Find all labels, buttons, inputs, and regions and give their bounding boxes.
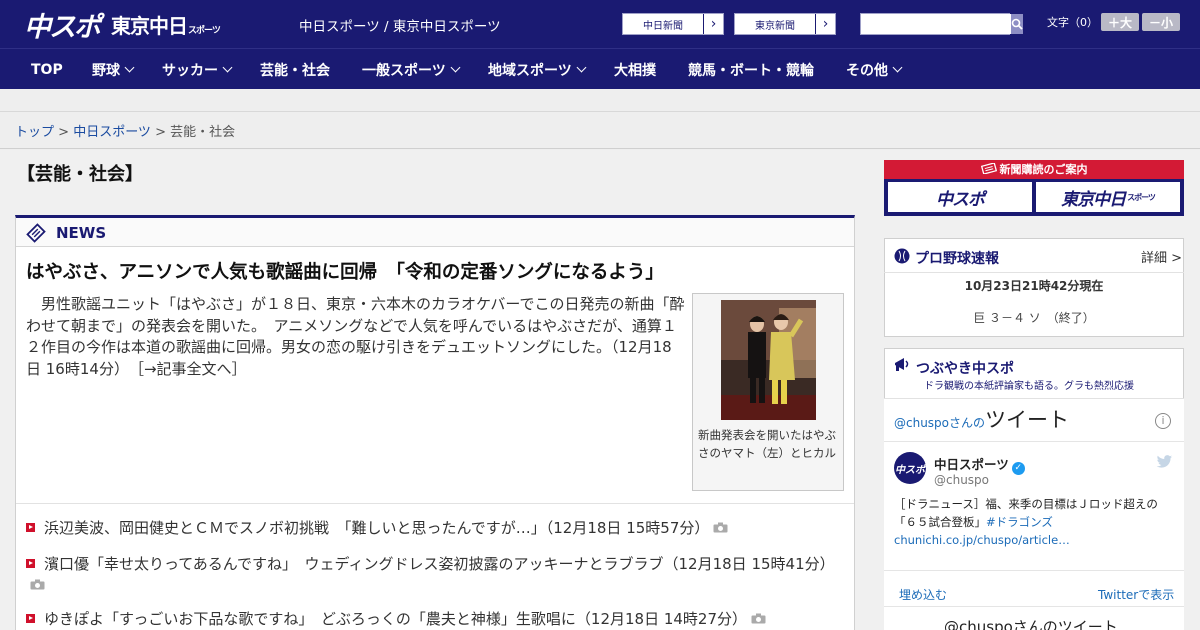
chevron-down-icon — [450, 62, 461, 73]
top-header: 中スポ 東京中日スポーツ 中日スポーツ / 東京中日スポーツ 中日新聞 › 東京… — [0, 0, 1200, 48]
logo-chuspo: 中スポ — [24, 11, 101, 43]
breadcrumb-home[interactable]: トップ — [15, 125, 54, 140]
twitter-bird-icon[interactable] — [1156, 455, 1173, 469]
tweet-author-handle[interactable]: @chuspo — [934, 473, 989, 487]
divider — [884, 441, 1184, 442]
twitter-footer-link[interactable]: @chuspoさんのツイート — [944, 616, 1118, 630]
nav-item-others[interactable]: その他 — [846, 49, 903, 90]
tweet-author-name[interactable]: 中日スポーツ ✓ — [934, 454, 1025, 475]
sub-nav-bar — [0, 89, 1200, 112]
logo-tokyo-chunichi: 東京中日スポーツ — [111, 13, 221, 38]
megaphone-icon — [895, 358, 909, 371]
search-icon — [1011, 18, 1023, 30]
view-on-twitter-link[interactable]: Twitterで表示 — [1098, 586, 1174, 603]
camera-icon — [751, 613, 766, 624]
divider — [884, 570, 1184, 571]
nav-item-entertainment[interactable]: 芸能・社会 — [260, 49, 330, 90]
site-title-link[interactable]: 中日スポーツ / 東京中日スポーツ — [299, 15, 501, 35]
chevron-down-icon — [576, 62, 587, 73]
lead-text: 男性歌謡ユニット「はやぶさ」が１８日、東京・六本木のカラオケバーでこの日発売の新… — [26, 295, 685, 378]
font-size-larger-button[interactable]: ＋大 — [1101, 13, 1139, 31]
baseball-score: 巨 ３－４ ソ （終了） — [973, 311, 1095, 325]
search-box — [860, 13, 1023, 35]
page-title: 【芸能・社会】 — [17, 164, 143, 185]
nav-item-baseball[interactable]: 野球 — [92, 49, 135, 90]
info-icon[interactable]: i — [1155, 413, 1171, 429]
chevron-right-icon: › — [703, 14, 723, 34]
breadcrumb-bar: トップ > 中日スポーツ > 芸能・社会 — [0, 112, 1200, 149]
baseball-detail-link[interactable]: 詳細 > — [1141, 247, 1182, 266]
camera-icon — [30, 579, 45, 590]
news-label: NEWS — [56, 224, 107, 242]
chevron-right-icon: › — [815, 14, 835, 34]
baseball-title: プロ野球速報 — [915, 251, 999, 267]
chevron-down-icon — [892, 62, 903, 73]
news-link[interactable]: ゆきぽよ「すっごいお下品な歌ですね」 どぶろっくの「農夫と神様」生歌唱に（12月… — [44, 610, 747, 628]
news-panel: NEWS はやぶさ、アニソンで人気も歌謡曲に回帰 「令和の定番ソングになるよう」… — [15, 215, 855, 630]
list-item: ゆきぽよ「すっごいお下品な歌ですね」 どぶろっくの「農夫と神様」生歌唱に（12月… — [26, 609, 846, 630]
newspaper-icon — [26, 223, 46, 243]
search-button[interactable] — [1011, 14, 1023, 34]
tokyo-shimbun-link[interactable]: 東京新聞 › — [734, 13, 836, 35]
photo-caption: 新曲発表会を開いたはやぶさのヤマト（左）とヒカル — [698, 428, 836, 460]
twitter-section-subtitle: ドラ観戦の本紙評論家も語る。グラも熱烈応援 — [924, 381, 1134, 392]
news-header: NEWS — [16, 218, 854, 247]
baseball-icon — [894, 248, 910, 264]
avatar[interactable]: 中スポ — [894, 452, 926, 484]
twitter-section-title: つぶやき中スポ — [916, 361, 1014, 377]
nav-item-racing[interactable]: 競馬・ボート・競輪 — [688, 49, 814, 90]
nav-item-sumo[interactable]: 大相撲 — [614, 49, 656, 90]
chevron-down-icon — [124, 62, 135, 73]
arrow-bullet-icon — [26, 523, 35, 532]
news-link[interactable]: 濱口優「幸せ太りってあるんですね」 ウェディングドレス姿初披露のアッキーナとラブ… — [44, 555, 835, 573]
breadcrumb: トップ > 中日スポーツ > 芸能・社会 — [15, 125, 236, 140]
nav-item-top[interactable]: TOP — [31, 49, 63, 90]
read-more-link[interactable]: ［→記事全文へ］ — [136, 360, 246, 378]
site-logo[interactable]: 中スポ 東京中日スポーツ — [24, 8, 221, 43]
nav-item-local-sports[interactable]: 地域スポーツ — [488, 49, 587, 90]
camera-icon — [713, 522, 728, 533]
tweet-text: ［ドラニュース］福、来季の目標はＪロッド超えの「６５試合登板」#ドラゴンズ chu… — [894, 497, 1158, 547]
search-input[interactable] — [861, 14, 1011, 34]
divider — [16, 503, 854, 504]
chevron-down-icon — [222, 62, 233, 73]
hashtag-link[interactable]: #ドラゴンズ — [986, 515, 1053, 529]
tweet-article-link[interactable]: chunichi.co.jp/chuspo/article… — [894, 533, 1070, 547]
verified-badge-icon: ✓ — [1011, 462, 1025, 475]
subscribe-chuspo-button[interactable]: 中スポ — [888, 182, 1032, 212]
nav-item-general-sports[interactable]: 一般スポーツ — [362, 49, 461, 90]
twitter-timeline-header[interactable]: @chuspoさんのツイート — [894, 404, 1069, 434]
main-nav: TOP 野球 サッカー 芸能・社会 一般スポーツ 地域スポーツ 大相撲 競馬・ボ… — [0, 48, 1200, 89]
newspaper-icon — [980, 162, 997, 175]
breadcrumb-current: 芸能・社会 — [170, 125, 236, 140]
breadcrumb-section[interactable]: 中日スポーツ — [73, 125, 151, 140]
news-link[interactable]: 浜辺美波、岡田健史とＣＭでスノボ初挑戦 「難しいと思ったんですが…」（12月18… — [44, 519, 709, 537]
arrow-bullet-icon — [26, 559, 35, 568]
nav-item-soccer[interactable]: サッカー — [162, 49, 233, 90]
top-headline-link[interactable]: はやぶさ、アニソンで人気も歌謡曲に回帰 「令和の定番ソングになるよう」 — [26, 258, 664, 284]
embed-link[interactable]: 埋め込む — [899, 586, 947, 603]
subscribe-tokyo-chunichi-button[interactable]: 東京中日 スポーツ — [1036, 182, 1180, 212]
list-item: 濱口優「幸せ太りってあるんですね」 ウェディングドレス姿初披露のアッキーナとラブ… — [26, 554, 846, 596]
chunichi-shimbun-link[interactable]: 中日新聞 › — [622, 13, 724, 35]
font-size-label: 文字（0） — [1047, 16, 1098, 29]
photo-box: 新曲発表会を開いたはやぶさのヤマト（左）とヒカル — [692, 293, 844, 491]
divider — [884, 272, 1184, 273]
list-item: 浜辺美波、岡田健史とＣＭでスノボ初挑戦 「難しいと思ったんですが…」（12月18… — [26, 518, 846, 539]
arrow-bullet-icon — [26, 614, 35, 623]
font-size-smaller-button[interactable]: －小 — [1142, 13, 1180, 31]
baseball-updated-time: 10月23日21時42分現在 — [964, 279, 1104, 293]
news-photo[interactable] — [721, 300, 816, 420]
subscription-title: 新聞購読のご案内 — [884, 161, 1184, 177]
